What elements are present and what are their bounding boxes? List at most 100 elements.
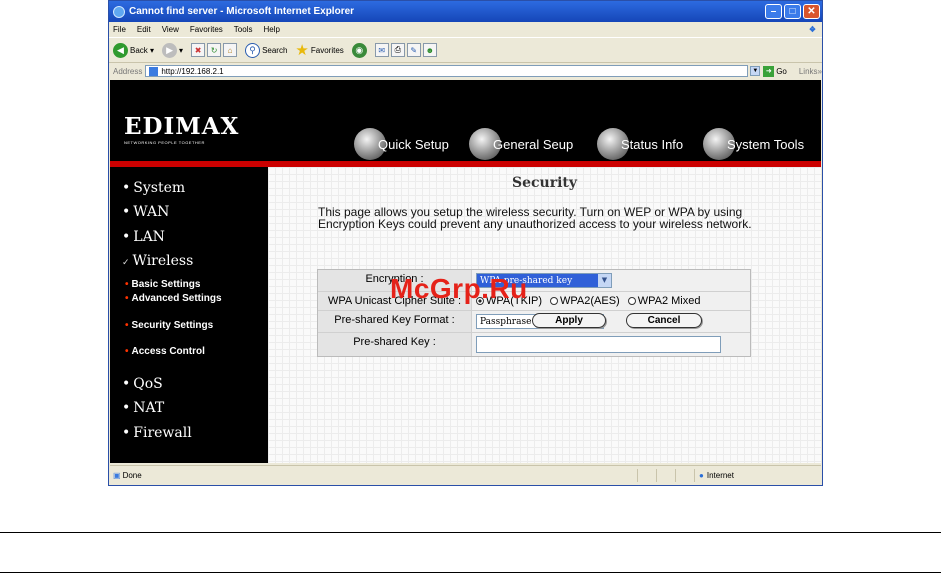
mail-icon[interactable]: ✉ [374,43,389,57]
sub-label: Access Control [131,346,205,357]
search-label: Search [262,45,288,55]
radio-icon [550,297,559,305]
key-label: Pre-shared Key : [318,333,472,356]
sidebar-item-qos[interactable]: QoS [122,376,163,392]
sub-label: Advanced Settings [131,293,222,304]
internet-zone-icon: ● [699,470,704,480]
chevron-icon: » [817,66,822,76]
radio-wpa2-mixed[interactable]: WPA2 Mixed [627,294,701,307]
chevron-down-icon: ▼ [598,274,611,287]
go-icon[interactable]: ➜ [763,65,775,77]
cipher-row: WPA Unicast Cipher Suite : WPA(TKIP) WPA… [318,292,750,311]
home-icon[interactable]: ⌂ [223,43,238,57]
address-dropdown-icon[interactable]: ▼ [750,66,761,76]
preshared-key-input[interactable] [476,336,721,353]
browser-window: Cannot find server - Microsoft Internet … [108,0,823,486]
window-title: Cannot find server - Microsoft Internet … [129,6,355,17]
nav-general-setup[interactable]: General Seup [469,128,573,160]
logo-tagline: NETWORKING PEOPLE TOGETHER [124,140,205,145]
sub-label: Basic Settings [131,279,201,290]
close-button[interactable]: ✕ [803,4,820,19]
page-content: EDIMAX NETWORKING PEOPLE TOGETHER Quick … [110,80,821,463]
bullet-icon: • [125,346,129,357]
search-button[interactable]: ⚲ Search [245,42,288,58]
bullet-icon: • [125,320,129,331]
sidebar-sub-security-settings[interactable]: • Security Settings [118,320,228,331]
forward-button[interactable]: ▶ ▾ [162,42,183,58]
favorites-button[interactable]: ★ Favorites [295,41,343,59]
radio-wpa2-aes[interactable]: WPA2(AES) [550,295,620,307]
page-description: This page allows you setup the wireless … [318,205,752,231]
address-bar: Address http://192.168.2.1 ▼ ➜ Go Links … [109,63,822,79]
format-label: Pre-shared Key Format : [318,311,472,332]
status-segment [675,468,694,482]
status-segment [656,468,675,482]
menu-bar: File Edit View Favorites Tools Help ❖ [109,22,822,37]
page-done-icon: ▣ [113,470,121,480]
back-label: Back [130,45,148,55]
zone-label: Internet [706,470,734,480]
print-icon[interactable]: ⎙ [390,43,405,57]
menu-edit[interactable]: Edit [137,25,151,34]
sidebar-item-wan[interactable]: WAN [122,204,169,220]
security-panel: Security This page allows you setup the … [268,167,821,463]
sidebar-item-nat[interactable]: NAT [122,400,164,416]
messenger-icon[interactable]: ☻ [422,43,437,57]
sidebar-item-wireless[interactable]: Wireless [122,253,194,269]
status-text: Done [122,470,142,480]
nav-system-tools[interactable]: System Tools [703,128,804,160]
key-format-value: Passphrase [480,316,532,327]
bullet-icon: • [125,293,129,304]
address-input[interactable]: http://192.168.2.1 [145,65,749,77]
nav-system-tools-label: System Tools [727,136,805,152]
page-divider-bottom [0,572,941,573]
radio-label: WPA2 Mixed [637,294,701,307]
title-bar: Cannot find server - Microsoft Internet … [109,1,822,22]
apply-button[interactable]: Apply [532,313,606,328]
maximize-button[interactable]: □ [784,4,801,19]
edimax-logo: EDIMAX [124,113,240,140]
status-bar: ▣ Done ● Internet [110,465,821,484]
menu-tools[interactable]: Tools [234,25,253,34]
go-label[interactable]: Go [776,67,787,76]
page-divider-top [0,532,941,533]
refresh-icon[interactable]: ↻ [207,43,222,57]
menu-favorites[interactable]: Favorites [190,25,223,34]
sidebar-item-system[interactable]: System [122,180,185,196]
minimize-button[interactable]: – [765,4,782,19]
nav-status-info[interactable]: Status Info [597,128,683,160]
key-row: Pre-shared Key : [318,333,750,356]
bullet-icon: • [125,279,129,290]
sidebar: System WAN LAN Wireless •Basic Settings … [110,167,268,463]
watermark-text: McGrp.Ru [390,273,528,304]
menu-help[interactable]: Help [263,25,279,34]
sidebar-sub-advanced-settings[interactable]: • Advanced Settings [118,293,228,304]
stop-icon[interactable]: ✖ [191,43,206,57]
sidebar-item-lan[interactable]: LAN [122,229,165,245]
edit-icon[interactable]: ✎ [406,43,421,57]
toolbar: ◀ Back ▾ ▶ ▾ ✖ ↻ ⌂ ⚲ Search ★ Favorites ◉… [109,37,822,63]
page-title: Security [511,175,578,191]
back-button[interactable]: ◀ Back ▾ [113,42,154,58]
search-icon: ⚲ [245,42,261,58]
radio-icon [627,297,636,305]
encryption-row: Encryption : WPA pre-shared key ▼ [318,270,750,292]
nav-quick-setup[interactable]: Quick Setup [354,128,449,160]
status-segment [637,468,656,482]
menu-view[interactable]: View [162,25,179,34]
media-icon[interactable]: ◉ [351,42,367,58]
menu-file[interactable]: File [113,25,126,34]
page-icon [149,66,159,76]
sidebar-sub-access-control[interactable]: • Access Control [125,346,205,357]
back-icon: ◀ [113,42,128,58]
nav-status-info-label: Status Info [621,136,684,152]
sidebar-sub-basic-settings[interactable]: • Basic Settings [125,279,200,290]
links-label[interactable]: Links [799,67,818,76]
address-url: http://192.168.2.1 [161,66,224,76]
sidebar-item-firewall[interactable]: Firewall [122,425,191,441]
nav-general-setup-label: General Seup [493,136,574,152]
cancel-button[interactable]: Cancel [626,313,702,328]
sub-label: Security Settings [131,320,214,331]
address-label: Address [113,66,143,76]
forward-icon: ▶ [162,42,178,58]
